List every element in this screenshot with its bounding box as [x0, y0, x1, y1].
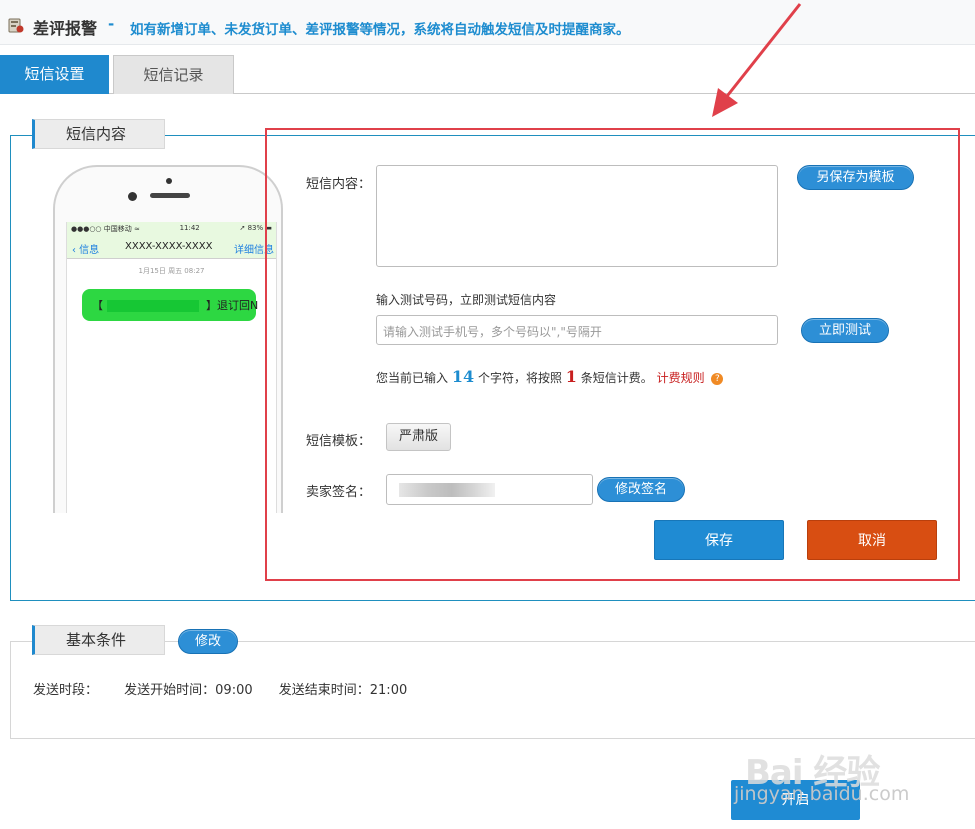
save-button[interactable]: 保存 [654, 520, 784, 560]
signature-label: 卖家签名： [306, 485, 372, 500]
phone-status-bar: ●●●○○ 中国移动 ≈ 11:42 ➚ 83% ▬ [67, 222, 276, 235]
count-suffix: 条短信计费。 [580, 371, 653, 385]
help-icon[interactable]: ? [711, 372, 724, 385]
carrier-text: ●●●○○ 中国移动 ≈ [71, 225, 140, 233]
bubble-unsubscribe: 】退订回N [206, 299, 259, 312]
count-mid: 个字符，将按照 [477, 371, 562, 385]
redacted-shop-name [106, 300, 199, 312]
page-description: 如有新增订单、未发货订单、差评报警等情况，系统将自动触发短信及时提醒商家。 [130, 22, 630, 38]
save-as-template-button[interactable]: 另保存为模板 [797, 165, 914, 190]
count-prefix: 您当前已输入 [376, 371, 449, 385]
page-title: 差评报警 [33, 19, 98, 38]
period-label: 发送时段： [33, 683, 99, 698]
tab-sms-settings[interactable]: 短信设置 [0, 55, 109, 94]
redacted-signature [399, 483, 495, 497]
content-label: 短信内容： [306, 177, 372, 192]
sms-content-textarea[interactable] [376, 165, 778, 267]
tab-sms-records[interactable]: 短信记录 [113, 55, 234, 94]
modify-signature-button[interactable]: 修改签名 [597, 477, 685, 502]
phone-nav-bar: ‹ 信息 XXXX-XXXX-XXXX 详细信息 [67, 235, 276, 259]
end-time: 发送结束时间：21:00 [278, 683, 408, 698]
contact-name: XXXX-XXXX-XXXX [125, 241, 213, 252]
start-time: 发送开始时间：09:00 [124, 683, 253, 698]
char-count: 14 [451, 367, 475, 386]
phone-screen: ●●●○○ 中国移动 ≈ 11:42 ➚ 83% ▬ ‹ 信息 XXXX-XXX… [66, 222, 277, 513]
title-separator: - [108, 15, 115, 33]
phone-preview: ●●●○○ 中国移动 ≈ 11:42 ➚ 83% ▬ ‹ 信息 XXXX-XXX… [53, 165, 283, 513]
bubble-open-bracket: 【 [92, 299, 103, 312]
header-bar: 差评报警 - 如有新增订单、未发货订单、差评报警等情况，系统将自动触发短信及时提… [0, 0, 975, 45]
phone-camera [166, 178, 172, 184]
tab-bar: 短信设置 短信记录 [0, 55, 975, 94]
sms-count: 1 [565, 367, 577, 386]
phone-time: 11:42 [179, 224, 200, 232]
character-count-line: 您当前已输入 14 个字符，将按照 1 条短信计费。 计费规则 ? [376, 367, 724, 386]
modify-conditions-button[interactable]: 修改 [178, 629, 238, 654]
sms-content-legend: 短信内容 [32, 119, 165, 149]
message-timestamp: 1月15日 周五 08:27 [138, 267, 205, 275]
signature-input[interactable] [386, 474, 593, 505]
send-period: 发送时段： 发送开始时间：09:00 发送结束时间：21:00 [33, 679, 429, 698]
phone-speaker [150, 193, 190, 198]
sms-bubble: 【 】退订回N [82, 289, 259, 321]
test-phone-input[interactable]: 请输入测试手机号，多个号码以","号隔开 [376, 315, 778, 345]
billing-rule-link[interactable]: 计费规则 [657, 371, 705, 385]
template-label: 短信模板： [306, 434, 372, 449]
phone-sensor [128, 192, 137, 201]
back-link: ‹ 信息 [72, 245, 100, 256]
basic-conditions-legend: 基本条件 [32, 625, 165, 655]
alarm-icon [8, 18, 24, 33]
test-hint: 输入测试号码，立即测试短信内容 [376, 293, 557, 307]
cancel-button[interactable]: 取消 [807, 520, 937, 560]
watermark-url: jingyan.baidu.com [734, 783, 910, 805]
template-select-button[interactable]: 严肃版 [386, 423, 451, 451]
test-now-button[interactable]: 立即测试 [801, 318, 889, 343]
